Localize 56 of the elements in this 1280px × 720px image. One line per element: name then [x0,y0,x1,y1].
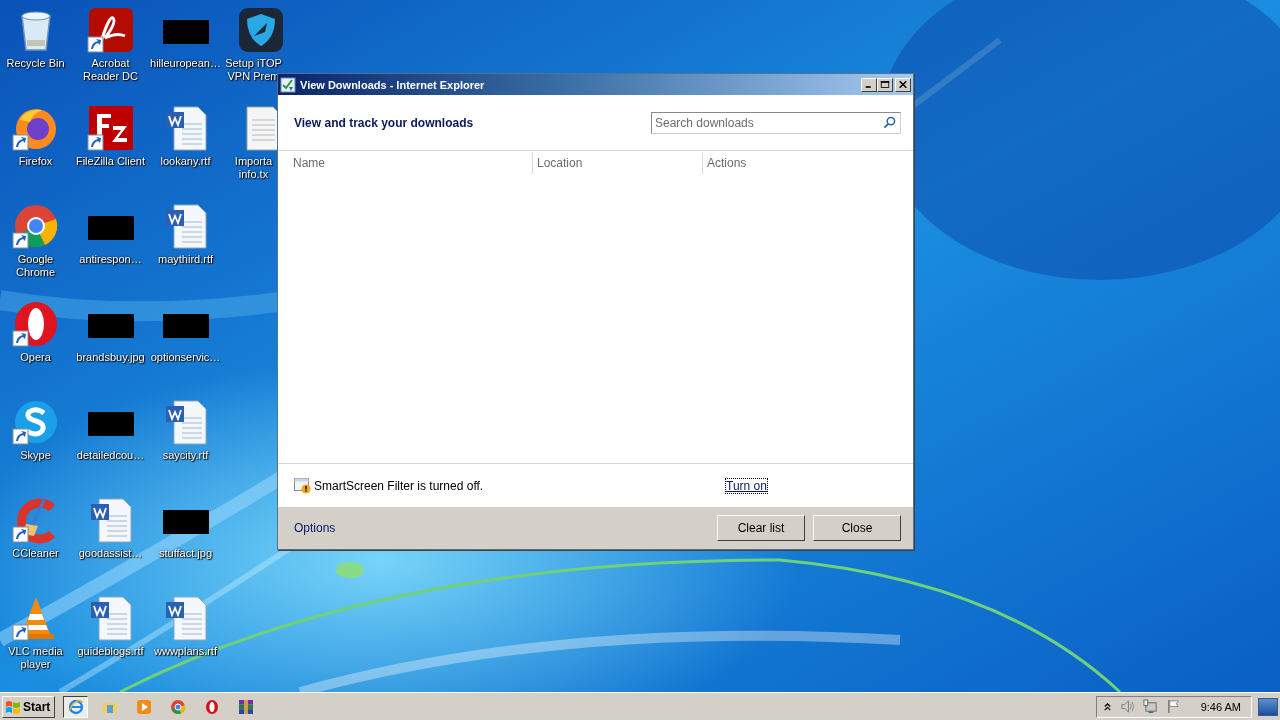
options-link[interactable]: Options [294,521,336,535]
icon-label: detailedcou… [75,449,146,462]
icon-label: VLC media player [7,645,64,671]
dialog-button[interactable]: Close [813,515,901,541]
icon-label: Opera [19,351,52,364]
status-message: SmartScreen Filter is turned off. [314,478,485,493]
search-field[interactable]: Search downloads [651,111,901,134]
icon-label: Google Chrome [14,253,57,279]
column-header[interactable]: Actions [702,153,747,174]
archive-icon[interactable] [237,698,254,715]
icon-label: hilleuropean… [149,57,222,70]
chat-app-icon[interactable] [11,398,60,446]
browser-icon[interactable] [169,698,186,715]
column-header[interactable]: Location [532,153,702,174]
icon-label: optionservic… [149,351,222,364]
network-icon[interactable] [1142,699,1158,714]
icon-label: brandsbuy.jpg [75,351,146,364]
icon-label: CCleaner [11,547,60,560]
icon-label: FileZilla Client [74,155,147,168]
pdf-app-icon[interactable] [86,6,135,54]
icon-label: saycity.rtf [161,449,210,462]
ftp-app-icon[interactable] [86,104,135,152]
maximize-button[interactable] [877,77,893,92]
browser-icon[interactable] [11,202,60,250]
clock[interactable]: 9:46 AM [1200,700,1241,713]
start-button[interactable]: Start [2,695,56,718]
windows-logo-icon [5,698,21,715]
icon-label: Acrobat Reader DC [82,57,139,83]
search-icon[interactable] [883,115,896,129]
turn-on-link[interactable]: Turn on [726,478,767,493]
dialog-heading: View and track your downloads [294,115,474,130]
browser-icon[interactable] [11,300,60,348]
download-icon [280,76,296,93]
icon-label: goodassist… [77,547,144,560]
icon-label: guideblogs.rtf [76,645,145,658]
column-header[interactable]: Name [278,153,532,174]
show-desktop-button[interactable] [1258,697,1278,716]
icon-label: stuffact.jpg [158,547,213,560]
maximize-icon [880,80,890,89]
browser-icon[interactable] [203,698,220,715]
icon-label: Importa info.tx [233,155,274,181]
warning-icon [294,477,312,494]
close-icon [898,80,908,89]
close-button[interactable] [895,77,911,92]
flag-icon[interactable] [1165,699,1181,714]
taskbar-button[interactable] [63,695,89,718]
icon-label: Skype [19,449,52,462]
icon-label: Firefox [17,155,54,168]
window-title: View Downloads - Internet Explorer [300,78,486,91]
icon-label: maythird.rtf [157,253,214,266]
shield-icon[interactable] [236,6,285,54]
icon-label: lookany.rtf [159,155,212,168]
minimize-button[interactable] [861,77,877,92]
dialog-button[interactable]: Clear list [717,515,805,541]
icon-label: Recycle Bin [5,57,66,70]
icon-label: antirespon… [78,253,143,266]
